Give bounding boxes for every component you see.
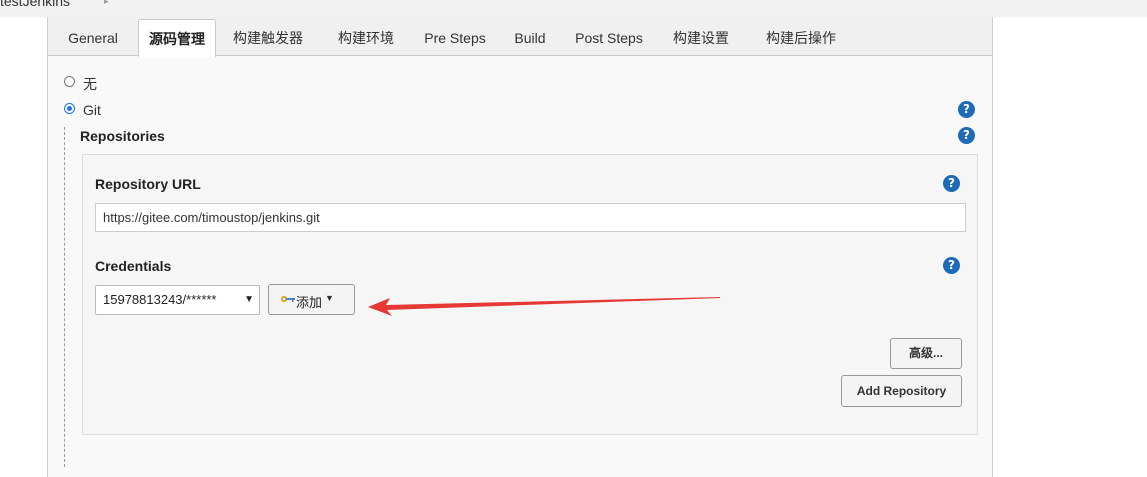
tab-general[interactable]: General [58,19,128,55]
add-credentials-button[interactable]: 添加 ▼ [268,284,355,315]
credentials-selected-value: 15978813243/****** [103,292,217,307]
repositories-help-icon[interactable]: ? [958,127,975,144]
dropdown-caret-icon: ▼ [325,293,334,303]
tab-build[interactable]: Build [508,19,552,55]
tab-build-environment[interactable]: 构建环境 [331,19,401,55]
key-icon [281,296,295,302]
chevron-down-icon: ▼ [244,294,254,305]
add-repository-button[interactable]: Add Repository [841,375,962,407]
breadcrumb-job-name[interactable]: testJenkins [0,0,70,9]
tab-build-triggers[interactable]: 构建触发器 [228,19,308,55]
annotation-arrow-icon [368,297,720,316]
scm-none-radio[interactable] [64,76,75,87]
credentials-select[interactable]: 15978813243/****** ▼ [95,285,260,315]
tab-source-code-management[interactable]: 源码管理 [138,19,216,57]
git-section-indent-line [64,127,65,467]
tab-pre-steps[interactable]: Pre Steps [418,19,492,55]
breadcrumb-arrow-icon[interactable]: ▸ [104,0,109,7]
repository-url-label: Repository URL [95,176,201,192]
repository-url-input[interactable]: https://gitee.com/timoustop/jenkins.git [95,203,966,232]
credentials-label: Credentials [95,258,172,274]
config-tab-bar: General 源码管理 构建触发器 构建环境 Pre Steps Build … [48,17,992,57]
scm-git-label: Git [83,102,101,118]
advanced-button[interactable]: 高级... [890,338,962,369]
tab-post-steps[interactable]: Post Steps [573,19,645,55]
repositories-label: Repositories [80,128,165,144]
git-help-icon[interactable]: ? [958,101,975,118]
breadcrumb-bar: testJenkins ▸ [0,0,1147,17]
scm-git-radio[interactable] [64,103,75,114]
scm-none-label: 无 [83,76,97,92]
tab-build-settings[interactable]: 构建设置 [664,19,738,55]
add-credentials-label: 添加 [296,295,323,310]
repository-url-help-icon[interactable]: ? [943,175,960,192]
credentials-help-icon[interactable]: ? [943,257,960,274]
tab-post-build-actions[interactable]: 构建后操作 [756,19,846,55]
